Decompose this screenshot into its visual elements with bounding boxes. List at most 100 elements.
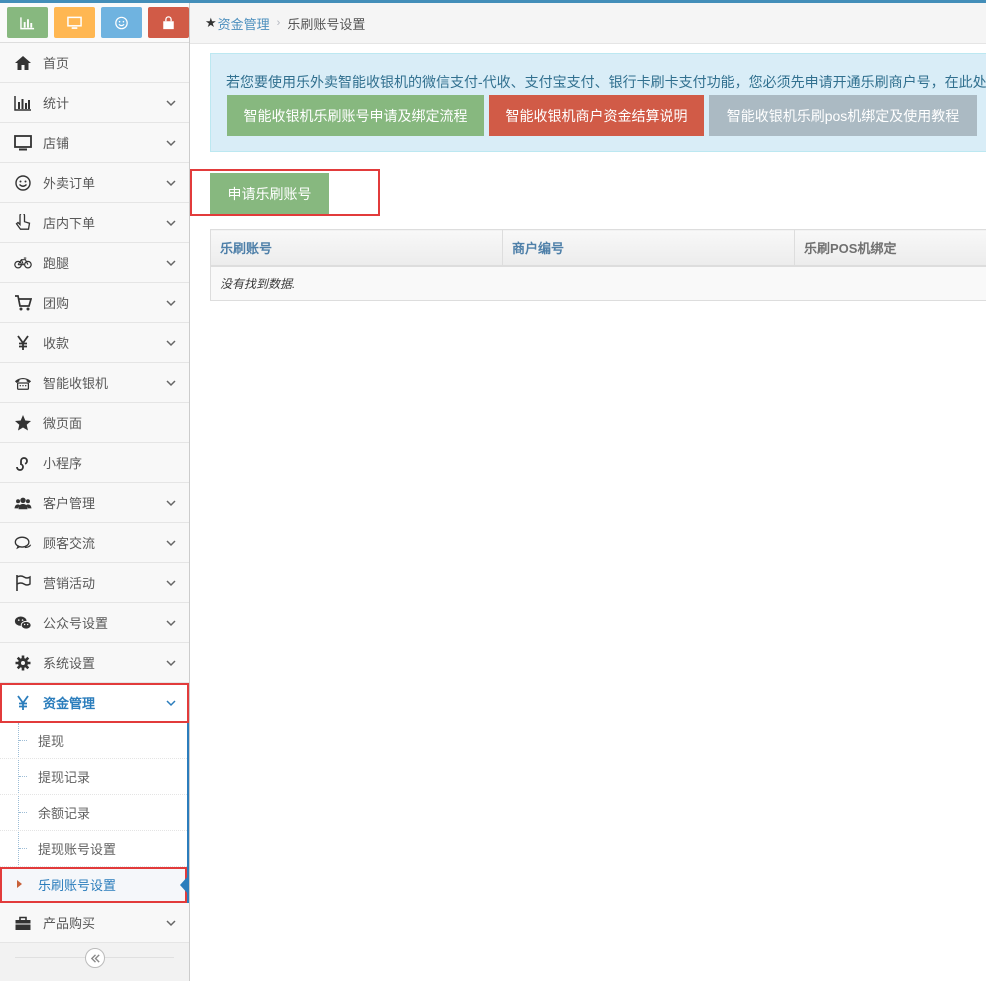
gear-icon: [10, 654, 36, 672]
apply-leshua-account-button[interactable]: 申请乐刷账号: [210, 173, 329, 214]
sidebar-item-label: 首页: [43, 56, 70, 71]
shortcut-desktop-button[interactable]: [54, 7, 95, 38]
sidebar-item-group-buy[interactable]: 团购: [0, 283, 189, 323]
sidebar-item-label: 产品购买: [43, 916, 96, 931]
apply-bind-process-button[interactable]: 智能收银机乐刷账号申请及绑定流程: [227, 95, 484, 136]
cart-icon: [10, 294, 36, 312]
submenu-item-withdraw-account-settings[interactable]: 提现账号设置: [0, 831, 187, 867]
chevron-down-icon: [166, 700, 176, 707]
desktop-icon: [10, 134, 36, 152]
sidebar-item-label: 资金管理: [43, 696, 96, 711]
miniprogram-icon: [10, 454, 36, 472]
sidebar-item-collection[interactable]: 收款: [0, 323, 189, 363]
shortcut-bar: [0, 3, 189, 43]
table-empty-message: 没有找到数据.: [210, 265, 986, 301]
sidebar-item-label: 团购: [43, 296, 70, 311]
flag-icon: [10, 574, 36, 592]
sidebar-item-label: 店铺: [43, 136, 70, 151]
sidebar-item-label: 微页面: [43, 416, 83, 431]
sidebar-item-label: 跑腿: [43, 256, 70, 271]
chevron-down-icon: [166, 580, 176, 587]
sidebar-item-errand[interactable]: 跑腿: [0, 243, 189, 283]
sidebar-item-label: 统计: [43, 96, 70, 111]
pos-tutorial-button[interactable]: 智能收银机乐刷pos机绑定及使用教程: [709, 95, 977, 136]
active-caret-icon: [180, 875, 189, 895]
chat-icon: [10, 534, 36, 552]
breadcrumb: ★ 资金管理 › 乐刷账号设置: [190, 3, 986, 44]
sidebar-item-customers[interactable]: 客户管理: [0, 483, 189, 523]
info-alert-text: 若您要使用乐外卖智能收银机的微信支付-代收、支付宝支付、银行卡刷卡支付功能，您必…: [226, 74, 986, 90]
sidebar: 首页 统计 店铺 外卖订单 店内下单 跑腿 团购 收款 智能收银机 微页面 小程…: [0, 3, 190, 981]
users-icon: [10, 494, 36, 512]
chevron-down-icon: [166, 220, 176, 227]
breadcrumb-parent-link[interactable]: 资金管理: [218, 14, 270, 33]
sidebar-item-system-settings[interactable]: 系统设置: [0, 643, 189, 683]
hand-pointer-icon: [10, 213, 36, 232]
leshua-accounts-table: 乐刷账号 商户编号 乐刷POS机绑定 没有找到数据.: [210, 229, 986, 301]
sidebar-item-label: 店内下单: [43, 216, 96, 231]
shortcut-smile-button[interactable]: [101, 7, 142, 38]
desktop-icon: [67, 16, 82, 29]
sidebar-item-label: 系统设置: [43, 656, 96, 671]
info-alert-buttons: 智能收银机乐刷账号申请及绑定流程 智能收银机商户资金结算说明 智能收银机乐刷po…: [227, 95, 977, 136]
shortcut-stats-button[interactable]: [7, 7, 48, 38]
chevron-down-icon: [166, 660, 176, 667]
submenu-item-withdraw[interactable]: 提现: [0, 723, 187, 759]
chevron-down-icon: [166, 340, 176, 347]
yen-icon: [10, 334, 36, 352]
chevron-down-icon: [166, 380, 176, 387]
sidebar-item-marketing[interactable]: 营销活动: [0, 563, 189, 603]
chevron-down-icon: [166, 920, 176, 927]
apply-button-highlight: 申请乐刷账号: [190, 169, 380, 216]
star-icon: [10, 414, 36, 432]
sidebar-item-takeout-orders[interactable]: 外卖订单: [0, 163, 189, 203]
sidebar-item-home[interactable]: 首页: [0, 43, 189, 83]
submenu-item-label: 提现记录: [38, 770, 91, 785]
sidebar-item-product-purchase[interactable]: 产品购买: [0, 903, 189, 943]
submenu-item-balance-records[interactable]: 余额记录: [0, 795, 187, 831]
sidebar-item-label: 小程序: [43, 456, 83, 471]
sidebar-item-label: 外卖订单: [43, 176, 96, 191]
sidebar-item-micro-page[interactable]: 微页面: [0, 403, 189, 443]
sidebar-item-shop[interactable]: 店铺: [0, 123, 189, 163]
sidebar-item-official-account[interactable]: 公众号设置: [0, 603, 189, 643]
breadcrumb-current: 乐刷账号设置: [287, 16, 366, 32]
sidebar-item-fund-management[interactable]: 资金管理: [0, 683, 189, 723]
collapse-sidebar-button[interactable]: [85, 948, 105, 968]
double-chevron-left-icon: [90, 953, 100, 963]
submenu-item-withdraw-records[interactable]: 提现记录: [0, 759, 187, 795]
sidebar-item-customer-chat[interactable]: 顾客交流: [0, 523, 189, 563]
submenu-item-label: 提现: [38, 734, 65, 749]
table-header-row: 乐刷账号 商户编号 乐刷POS机绑定: [210, 229, 986, 267]
home-icon: [10, 54, 36, 72]
smile-icon: [10, 174, 36, 192]
briefcase-icon: [10, 914, 36, 932]
chevron-down-icon: [166, 500, 176, 507]
submenu-item-leshua-account-settings[interactable]: 乐刷账号设置: [0, 867, 189, 903]
sidebar-item-mini-program[interactable]: 小程序: [0, 443, 189, 483]
wechat-icon: [10, 614, 36, 632]
phone-icon: [10, 374, 36, 392]
settlement-explanation-button[interactable]: 智能收银机商户资金结算说明: [489, 95, 704, 136]
submenu-item-label: 提现账号设置: [38, 842, 117, 857]
smile-icon: [115, 16, 128, 29]
column-header-leshua-account[interactable]: 乐刷账号: [210, 229, 503, 267]
sidebar-item-smart-register[interactable]: 智能收银机: [0, 363, 189, 403]
chevron-down-icon: [166, 180, 176, 187]
sidebar-item-label: 顾客交流: [43, 536, 96, 551]
column-header-pos-binding: 乐刷POS机绑定: [794, 229, 986, 267]
sidebar-item-label: 公众号设置: [43, 616, 109, 631]
column-header-merchant-number[interactable]: 商户编号: [502, 229, 795, 267]
bar-chart-icon: [20, 16, 35, 29]
shortcut-shop-button[interactable]: [148, 7, 189, 38]
submenu-item-label: 乐刷账号设置: [38, 878, 117, 893]
star-icon: ★: [205, 15, 217, 30]
sidebar-item-stats[interactable]: 统计: [0, 83, 189, 123]
shopping-bag-icon: [163, 15, 174, 29]
chevron-down-icon: [166, 540, 176, 547]
chevron-down-icon: [166, 300, 176, 307]
sidebar-item-label: 收款: [43, 336, 70, 351]
chevron-down-icon: [166, 100, 176, 107]
sidebar-item-instore-order[interactable]: 店内下单: [0, 203, 189, 243]
table-row: 没有找到数据.: [210, 265, 986, 301]
